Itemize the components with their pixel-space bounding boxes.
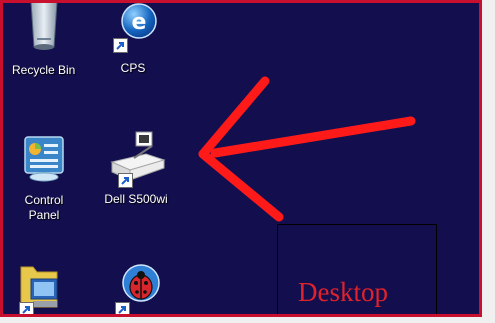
page-margin-right xyxy=(482,0,495,323)
page-margin-bottom xyxy=(0,317,495,323)
desktop-annotation-box: Desktop xyxy=(277,224,437,314)
desktop-annotation-label: Desktop xyxy=(298,277,388,307)
desktop-area: Recycle Bin e CPS Control Panel Dell S50… xyxy=(0,0,482,317)
